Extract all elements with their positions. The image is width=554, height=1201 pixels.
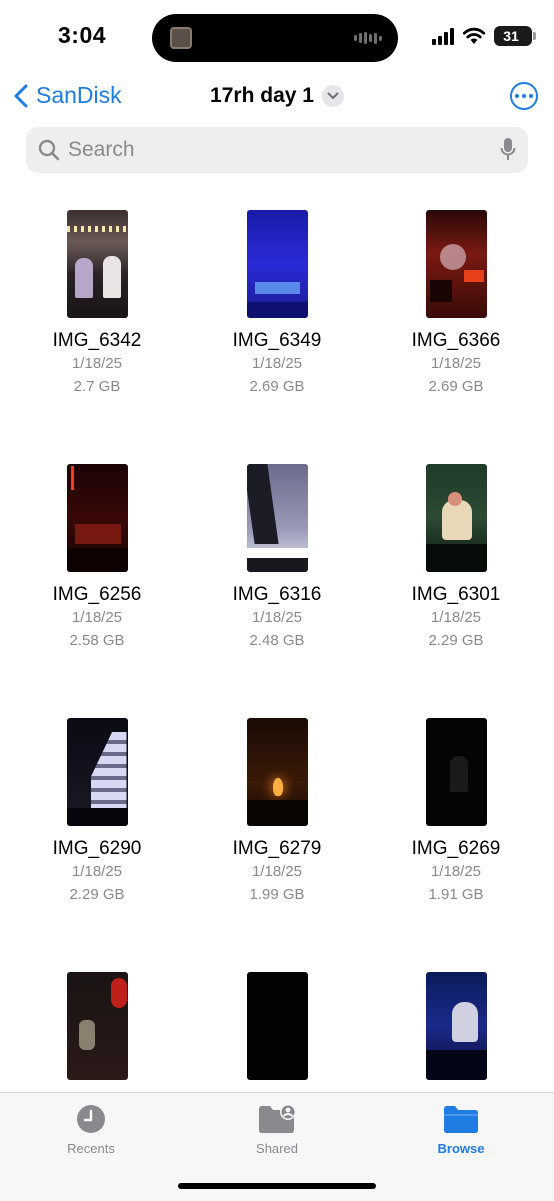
file-name: IMG_6349 [232, 330, 322, 351]
battery-icon: 31 [494, 26, 536, 46]
shared-folder-icon [259, 1104, 296, 1133]
battery-level: 31 [503, 28, 519, 44]
file-date: 1/18/25 [71, 355, 123, 372]
file-date: 1/18/25 [430, 355, 482, 372]
video-thumbnail [66, 464, 128, 572]
file-tile[interactable]: IMG_6256 1/18/25 2.58 GB [22, 464, 172, 652]
file-date: 1/18/25 [251, 609, 303, 626]
video-thumbnail [246, 210, 308, 318]
clock-icon [77, 1105, 105, 1133]
file-name: IMG_6316 [232, 584, 322, 605]
video-thumbnail [246, 464, 308, 572]
file-tile[interactable] [202, 972, 352, 1092]
file-name: IMG_6290 [52, 838, 142, 859]
file-size: 2.29 GB [428, 632, 484, 649]
status-indicators: 31 [432, 26, 536, 46]
file-tile[interactable]: IMG_6301 1/18/25 2.29 GB [381, 464, 531, 652]
file-tile[interactable]: IMG_6290 1/18/25 2.29 GB [22, 718, 172, 906]
more-options-button[interactable] [510, 82, 538, 110]
folder-title-menu[interactable]: 17rh day 1 [0, 84, 554, 108]
file-name: IMG_6279 [232, 838, 322, 859]
file-tile[interactable]: IMG_6366 1/18/25 2.69 GB [381, 210, 531, 398]
video-thumbnail [246, 972, 308, 1080]
microphone-icon[interactable] [500, 137, 516, 163]
file-size: 2.7 GB [73, 378, 121, 395]
file-date: 1/18/25 [71, 863, 123, 880]
file-tile[interactable] [22, 972, 172, 1092]
cellular-signal-icon [432, 27, 454, 45]
video-thumbnail [425, 972, 487, 1080]
file-size: 1.99 GB [249, 886, 305, 903]
video-thumbnail [66, 718, 128, 826]
file-size: 2.58 GB [69, 632, 125, 649]
file-size: 1.91 GB [428, 886, 484, 903]
file-date: 1/18/25 [251, 355, 303, 372]
tab-label: Shared [256, 1141, 298, 1156]
file-name: IMG_6366 [411, 330, 501, 351]
tab-label: Browse [437, 1141, 485, 1156]
file-date: 1/18/25 [71, 609, 123, 626]
ellipsis-icon [515, 94, 519, 98]
tab-browse[interactable]: Browse [401, 1103, 521, 1156]
file-tile[interactable]: IMG_6269 1/18/25 1.91 GB [381, 718, 531, 906]
chevron-down-icon [321, 85, 344, 107]
file-size: 2.69 GB [249, 378, 305, 395]
tab-recents[interactable]: Recents [31, 1103, 151, 1156]
file-tile[interactable]: IMG_6316 1/18/25 2.48 GB [202, 464, 352, 652]
status-time: 3:04 [58, 22, 107, 48]
file-size: 2.69 GB [428, 378, 484, 395]
file-date: 1/18/25 [430, 609, 482, 626]
search-icon [38, 139, 60, 161]
file-name: IMG_6342 [52, 330, 142, 351]
video-thumbnail [66, 972, 128, 1080]
dynamic-island[interactable] [152, 14, 398, 62]
file-tile[interactable]: IMG_6349 1/18/25 2.69 GB [202, 210, 352, 398]
home-indicator[interactable] [178, 1183, 376, 1189]
tab-shared[interactable]: Shared [217, 1103, 337, 1156]
file-date: 1/18/25 [430, 863, 482, 880]
wifi-icon [462, 27, 486, 44]
file-tile[interactable]: IMG_6279 1/18/25 1.99 GB [202, 718, 352, 906]
folder-icon [444, 1106, 478, 1133]
tab-label: Recents [67, 1141, 115, 1156]
file-name: IMG_6269 [411, 838, 501, 859]
video-thumbnail [246, 718, 308, 826]
file-tile[interactable] [381, 972, 531, 1092]
file-tile[interactable]: IMG_6342 1/18/25 2.7 GB [22, 210, 172, 398]
file-date: 1/18/25 [251, 863, 303, 880]
file-name: IMG_6256 [52, 584, 142, 605]
audio-waveform-icon [354, 32, 382, 44]
search-field[interactable]: Search [26, 127, 528, 173]
video-thumbnail [425, 718, 487, 826]
video-thumbnail [425, 464, 487, 572]
file-name: IMG_6301 [411, 584, 501, 605]
video-thumbnail [425, 210, 487, 318]
page-title: 17rh day 1 [210, 84, 314, 107]
search-placeholder: Search [68, 138, 135, 161]
video-thumbnail [66, 210, 128, 318]
file-size: 2.48 GB [249, 632, 305, 649]
now-playing-artwork-icon [170, 27, 192, 49]
file-size: 2.29 GB [69, 886, 125, 903]
